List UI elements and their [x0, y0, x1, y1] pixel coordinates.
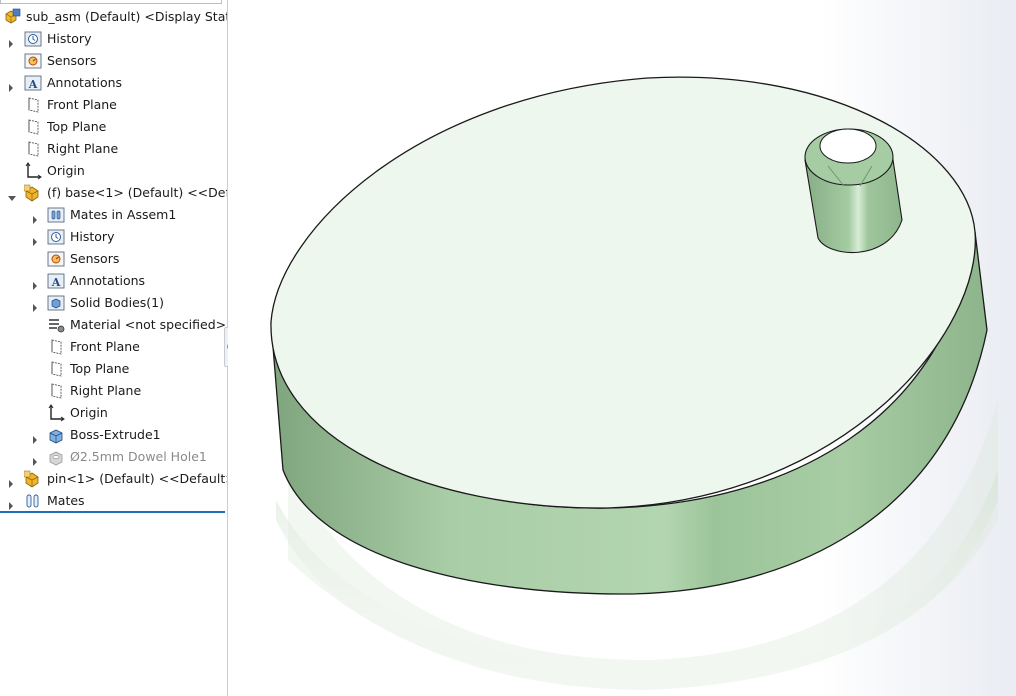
expand-arrow-icon[interactable] — [31, 452, 39, 466]
expand-arrow-icon[interactable] — [31, 232, 39, 246]
expand-arrow-icon[interactable] — [7, 34, 15, 48]
expand-arrow-icon[interactable] — [7, 474, 15, 488]
svg-text:A: A — [28, 78, 38, 91]
tree-item-front-plane[interactable]: Front Plane — [0, 336, 227, 358]
tree-item-label: Mates — [47, 493, 85, 508]
svg-text:A: A — [51, 276, 61, 289]
tree-item-origin[interactable]: Origin — [0, 402, 227, 424]
tree-item-label: Annotations — [70, 273, 146, 288]
tree-item-label: Sensors — [47, 53, 97, 68]
tree-item-sensors[interactable]: Sensors — [0, 50, 227, 72]
tree-item-pin-1-default-default[interactable]: pin<1> (Default) <<Default>_[ — [0, 468, 227, 490]
tree-item-annotations[interactable]: A Annotations — [0, 270, 227, 292]
tree-item-label: History — [47, 31, 92, 46]
expand-arrow-icon[interactable] — [31, 276, 39, 290]
boss-extrude-icon — [47, 426, 65, 444]
expand-arrow-icon[interactable] — [31, 210, 39, 224]
plane-icon — [24, 140, 42, 158]
tree-item-label: Right Plane — [70, 383, 142, 398]
tree-item-material-not-specified[interactable]: Material <not specified> — [0, 314, 227, 336]
tree-item-sensors[interactable]: Sensors — [0, 248, 227, 270]
tree-item-label: pin<1> (Default) <<Default>_[ — [47, 471, 228, 486]
tree-item-label: Ø2.5mm Dowel Hole1 — [70, 449, 207, 464]
tree-item-mates-in-assem1[interactable]: Mates in Assem1 — [0, 204, 227, 226]
origin-icon — [24, 162, 42, 180]
tree-item-label: History — [70, 229, 115, 244]
mates-icon — [24, 492, 42, 510]
history-folder-icon — [24, 30, 42, 48]
tree-item-label: Front Plane — [47, 97, 117, 112]
tree-item-label: Mates in Assem1 — [70, 207, 177, 222]
feature-manager-tree[interactable]: sub_asm (Default) <Display State-1 Histor… — [0, 0, 228, 696]
tree-item-label: Origin — [70, 405, 108, 420]
origin-icon — [47, 404, 65, 422]
3d-model-view[interactable] — [228, 0, 1016, 696]
part-icon — [23, 184, 42, 202]
tree-item-annotations[interactable]: A Annotations — [0, 72, 227, 94]
material-icon — [47, 316, 65, 334]
tree-item-label: (f) base<1> (Default) <<Defau — [47, 185, 228, 200]
plane-icon — [24, 118, 42, 136]
tree-item-f-base-1-default-defau[interactable]: (f) base<1> (Default) <<Defau — [0, 182, 227, 204]
tree-item-sub-asm-default-display-state-1[interactable]: sub_asm (Default) <Display State-1 — [0, 6, 227, 28]
sensors-icon — [47, 250, 65, 268]
tree-item-boss-extrude1[interactable]: Boss-Extrude1 — [0, 424, 227, 446]
expand-arrow-icon[interactable] — [7, 78, 15, 92]
part-icon — [23, 470, 42, 488]
sensors-icon — [24, 52, 42, 70]
tree-item-label: Solid Bodies(1) — [70, 295, 164, 310]
rollback-bar[interactable] — [0, 511, 225, 513]
annotations-icon: A — [24, 74, 42, 92]
tree-item-history[interactable]: History — [0, 226, 227, 248]
plane-icon — [24, 96, 42, 114]
tree-item-front-plane[interactable]: Front Plane — [0, 94, 227, 116]
tree-item-label: Front Plane — [70, 339, 140, 354]
plane-icon — [47, 338, 65, 356]
tree-item-label: sub_asm (Default) <Display State-1 — [26, 9, 228, 24]
tree-item-label: Top Plane — [47, 119, 107, 134]
tree-item-label: Annotations — [47, 75, 123, 90]
hole-wizard-icon — [47, 448, 65, 466]
annotations-icon: A — [47, 272, 65, 290]
tree-item-label: Material <not specified> — [70, 317, 227, 332]
solid-bodies-icon — [47, 294, 65, 312]
expand-arrow-icon[interactable] — [31, 298, 39, 312]
tree-item-label: Right Plane — [47, 141, 119, 156]
tree-item-2-5mm-dowel-hole1[interactable]: Ø2.5mm Dowel Hole1 — [0, 446, 227, 468]
tree-item-mates[interactable]: Mates — [0, 490, 227, 512]
tree-item-label: Boss-Extrude1 — [70, 427, 161, 442]
tree-item-top-plane[interactable]: Top Plane — [0, 358, 227, 380]
mates-folder-icon — [47, 206, 65, 224]
plane-icon — [47, 360, 65, 378]
expand-arrow-icon[interactable] — [7, 496, 15, 510]
graphics-area[interactable] — [228, 0, 1016, 696]
expand-arrow-icon[interactable] — [31, 430, 39, 444]
pin-top-face[interactable] — [819, 128, 877, 164]
tree-item-origin[interactable]: Origin — [0, 160, 227, 182]
history-folder-icon — [47, 228, 65, 246]
collapse-arrow-icon[interactable] — [7, 188, 16, 201]
tree-item-label: Origin — [47, 163, 85, 178]
plane-icon — [47, 382, 65, 400]
tree-item-label: Top Plane — [70, 361, 130, 376]
tree-item-right-plane[interactable]: Right Plane — [0, 138, 227, 160]
assembly-icon — [3, 8, 21, 26]
tree-item-history[interactable]: History — [0, 28, 227, 50]
tree-item-top-plane[interactable]: Top Plane — [0, 116, 227, 138]
tree-item-label: Sensors — [70, 251, 120, 266]
tree-item-solid-bodies-1[interactable]: Solid Bodies(1) — [0, 292, 227, 314]
tree-item-right-plane[interactable]: Right Plane — [0, 380, 227, 402]
tree-filter-box-edge — [0, 0, 227, 4]
